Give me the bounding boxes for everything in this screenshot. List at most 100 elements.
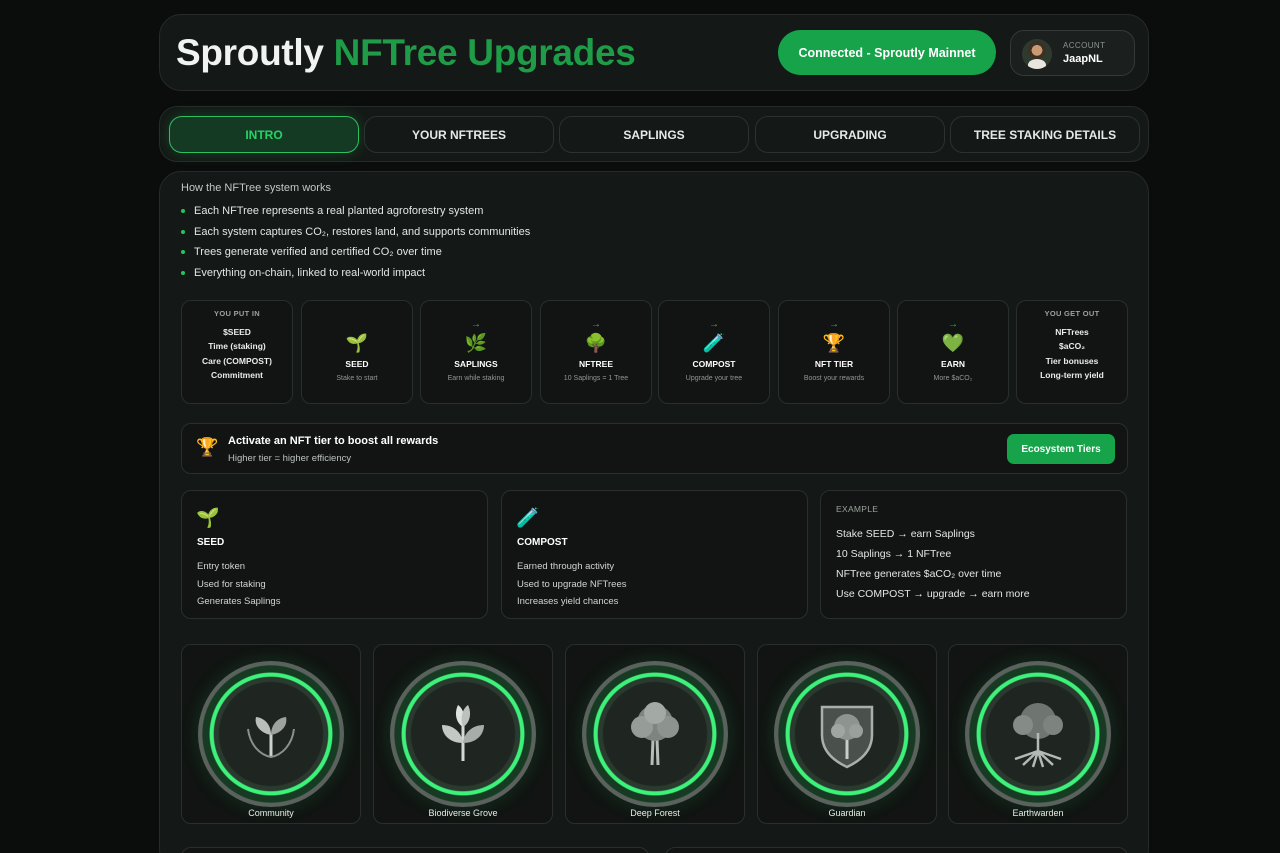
account-label: ACCOUNT	[1063, 41, 1106, 50]
account-name: JaapNL	[1063, 53, 1103, 65]
flow-line: $aCO₂	[1059, 341, 1085, 352]
leaf-emblem-icon	[390, 661, 536, 807]
flow-step-name: SEED	[345, 359, 369, 369]
card-lines: Earned through activity Used to upgrade …	[517, 558, 626, 611]
arrow-right-icon: →	[471, 319, 481, 330]
herb-icon: 🌿	[464, 333, 488, 353]
flow-step-seed: 🌱 SEED Stake to start	[301, 300, 413, 404]
sprout-emblem-icon	[198, 661, 344, 807]
tab-saplings[interactable]: SAPLINGS	[559, 116, 749, 153]
seed-token-card: 🌱 SEED Entry token Used for staking Gene…	[181, 490, 488, 619]
lower-card	[181, 847, 649, 853]
tier-name: Community	[248, 808, 294, 818]
flow-line: NFTrees	[1055, 327, 1089, 337]
list-item: Trees generate verified and certified CO…	[181, 245, 530, 266]
tier-card-biodiverse-grove[interactable]: Biodiverse Grove	[373, 644, 553, 824]
lower-card	[665, 847, 1128, 853]
card-title: SEED	[197, 537, 225, 548]
example-lines: Stake SEED → earn Saplings 10 Saplings →…	[836, 524, 1030, 604]
list-item: Each system captures CO₂, restores land,…	[181, 225, 530, 246]
flow-step-name: SAPLINGS	[454, 359, 498, 369]
intro-bullet-list: Each NFTree represents a real planted ag…	[181, 204, 530, 287]
avatar	[1022, 39, 1052, 69]
flow-step-earn: → 💚 EARN More $aCO₂	[897, 300, 1009, 404]
flow-line: Care (COMPOST)	[202, 355, 272, 366]
flow-step-nft-tier: → 🏆 NFT TIER Boost your rewards	[778, 300, 890, 404]
card-line: Used for staking	[197, 578, 266, 590]
app-header: Sproutly NFTree Upgrades Connected - Spr…	[159, 14, 1149, 91]
card-title: COMPOST	[517, 537, 568, 548]
compost-token-card: 🧪 COMPOST Earned through activity Used t…	[501, 490, 808, 619]
tab-upgrading[interactable]: UPGRADING	[755, 116, 945, 153]
tier-name: Earthwarden	[1012, 808, 1064, 818]
arrow-right-icon: →	[709, 319, 719, 330]
flow-line: Time (staking)	[208, 341, 266, 352]
page-title: Sproutly NFTree Upgrades	[176, 32, 636, 74]
flow-step-name: NFTREE	[579, 359, 613, 369]
flow-line: Commitment	[211, 369, 263, 380]
network-connection-button[interactable]: Connected - Sproutly Mainnet	[778, 30, 996, 75]
example-title: EXAMPLE	[836, 504, 879, 514]
card-line: Used to upgrade NFTrees	[517, 578, 627, 590]
flow-step-compost: → 🧪 COMPOST Upgrade your tree	[658, 300, 770, 404]
card-line: Earned through activity	[517, 561, 615, 572]
tab-your-nftrees[interactable]: YOUR NFTREES	[364, 116, 554, 153]
test-tube-icon: 🧪	[516, 508, 540, 529]
tier-banner-subtitle: Higher tier = higher efficiency	[228, 453, 352, 464]
tab-intro[interactable]: INTRO	[169, 116, 359, 153]
tab-tree-staking-details[interactable]: TREE STAKING DETAILS	[950, 116, 1140, 153]
example-card: EXAMPLE Stake SEED → earn Saplings 10 Sa…	[820, 490, 1127, 619]
arrow-right-icon: →	[829, 319, 839, 330]
flow-box-title: YOU PUT IN	[214, 309, 260, 318]
ecosystem-tiers-button[interactable]: Ecosystem Tiers	[1007, 434, 1115, 464]
flow-line: Tier bonuses	[1045, 355, 1099, 366]
test-tube-icon: 🧪	[702, 333, 726, 353]
flow-you-put-in: YOU PUT IN $SEED Time (staking) Care (CO…	[181, 300, 293, 404]
card-line: Entry token	[197, 561, 246, 572]
flow-step-name: COMPOST	[692, 359, 736, 369]
tier-card-community[interactable]: Community	[181, 644, 361, 824]
card-line: Increases yield chances	[517, 596, 619, 607]
example-line: NFTree generates $aCO₂ over time	[836, 568, 1002, 580]
tier-banner: 🏆 Activate an NFT tier to boost all rewa…	[181, 423, 1128, 474]
flow-step-sub: Earn while staking	[447, 375, 505, 382]
flow-step-sub: Upgrade your tree	[685, 375, 743, 382]
tier-card-earthwarden[interactable]: Earthwarden	[948, 644, 1128, 824]
account-button[interactable]: ACCOUNT JaapNL	[1010, 30, 1135, 76]
tier-name: Guardian	[828, 808, 866, 818]
seedling-icon: 🌱	[196, 508, 220, 529]
example-line: Use COMPOST → upgrade → earn more	[836, 588, 1030, 600]
tier-name: Biodiverse Grove	[428, 808, 498, 818]
green-heart-icon: 💚	[941, 333, 965, 353]
card-lines: Entry token Used for staking Generates S…	[197, 558, 280, 611]
example-line: Stake SEED → earn Saplings	[836, 528, 975, 540]
flow-step-nftree: → 🌳 NFTREE 10 Saplings = 1 Tree	[540, 300, 652, 404]
flow-box-lines: $SEED Time (staking) Care (COMPOST) Comm…	[182, 325, 292, 382]
flow-step-saplings: → 🌿 SAPLINGS Earn while staking	[420, 300, 532, 404]
trophy-icon: 🏆	[196, 437, 219, 457]
tree-icon: 🌳	[584, 333, 608, 353]
flow-you-get-out: YOU GET OUT NFTrees $aCO₂ Tier bonuses L…	[1016, 300, 1128, 404]
section-heading: How the NFTree system works	[181, 182, 331, 194]
flow-line: $SEED	[223, 327, 251, 337]
roots-tree-emblem-icon	[965, 661, 1111, 807]
flow-step-name: EARN	[940, 359, 966, 369]
flow-line: Long-term yield	[1040, 369, 1104, 380]
flow-step-sub: Stake to start	[336, 375, 378, 382]
title-brand: Sproutly	[176, 32, 324, 73]
intro-panel: How the NFTree system works Each NFTree …	[159, 171, 1149, 853]
arrow-right-icon: →	[948, 319, 958, 330]
list-item: Each NFTree represents a real planted ag…	[181, 204, 530, 225]
shield-tree-emblem-icon	[774, 661, 920, 807]
arrow-right-icon: →	[591, 319, 601, 330]
tier-card-guardian[interactable]: Guardian	[757, 644, 937, 824]
tree-emblem-icon	[582, 661, 728, 807]
example-line: 10 Saplings → 1 NFTree	[836, 548, 952, 560]
tier-card-deep-forest[interactable]: Deep Forest	[565, 644, 745, 824]
tab-bar: INTRO YOUR NFTREES SAPLINGS UPGRADING TR…	[159, 106, 1149, 162]
flow-step-sub: Boost your rewards	[803, 375, 865, 382]
flow-step-name: NFT TIER	[814, 359, 854, 369]
title-highlight: NFTree Upgrades	[333, 32, 636, 73]
list-item: Everything on-chain, linked to real-worl…	[181, 266, 530, 287]
seedling-icon: 🌱	[345, 333, 369, 353]
